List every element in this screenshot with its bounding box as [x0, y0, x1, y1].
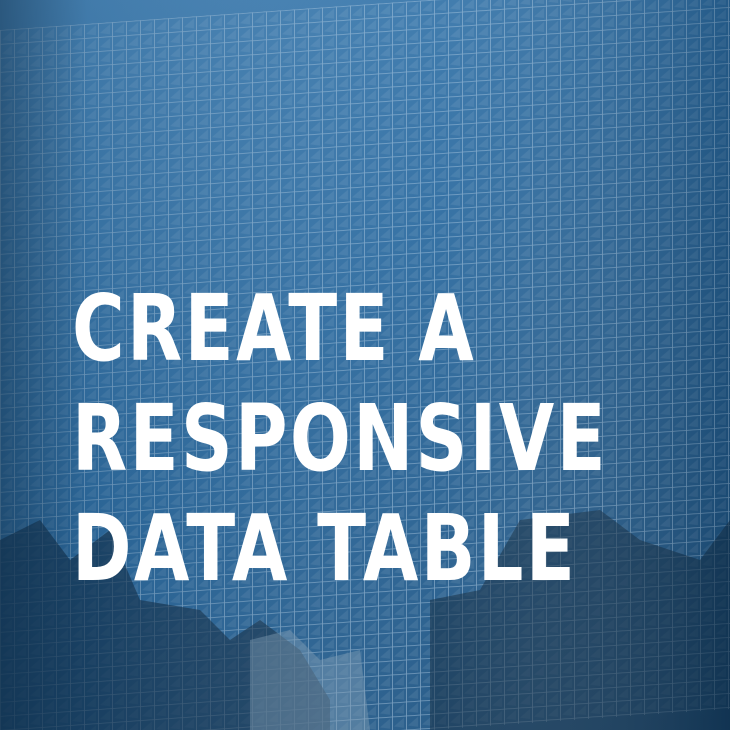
hero-image: CREATE A RESPONSIVE DATA TABLE	[0, 0, 730, 730]
headline-line-1: CREATE A	[72, 275, 477, 382]
headline-line-3: DATA TABLE	[72, 495, 578, 602]
headline-line-2: RESPONSIVE	[72, 385, 608, 492]
headline: CREATE A RESPONSIVE DATA TABLE	[72, 274, 608, 604]
